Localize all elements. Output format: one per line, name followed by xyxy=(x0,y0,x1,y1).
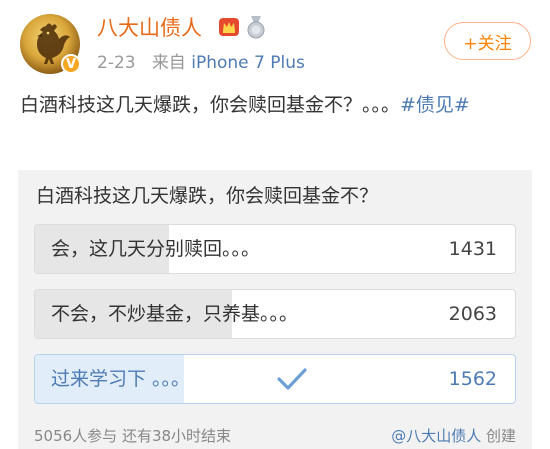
poll-option-label: 不会，不炒基金，只养基。。。 xyxy=(51,303,299,325)
post-device[interactable]: iPhone 7 Plus xyxy=(191,53,305,73)
poll-option-label: 过来学习下 。。。 xyxy=(51,368,191,390)
poll-question: 白酒科技这几天爆跌，你会赎回基金不？ xyxy=(36,185,379,207)
post-date: 2-23 xyxy=(97,53,136,73)
poll-creator: @八大山债人 创建 xyxy=(391,425,516,447)
poll-option[interactable]: 不会，不炒基金，只养基。。。 2063 xyxy=(34,289,516,339)
poll-option-count: 1562 xyxy=(448,368,497,390)
verified-badge: V xyxy=(61,54,81,74)
crown-icon xyxy=(219,18,239,36)
hashtag-link[interactable]: #债见# xyxy=(400,94,470,116)
post-meta: 2-23 来自 iPhone 7 Plus xyxy=(97,51,305,75)
username[interactable]: 八大山债人 xyxy=(97,14,202,42)
poll-option[interactable]: 会，这几天分别赎回。。。 1431 xyxy=(34,224,516,274)
post-source-prefix: 来自 xyxy=(151,53,186,73)
checkmark-icon xyxy=(277,368,307,390)
poll-participants: 5056人参与 还有38小时结束 xyxy=(34,427,232,445)
post-body: 白酒科技这几天爆跌，你会赎回基金不？。。。 xyxy=(20,94,401,116)
poll-option-label: 会，这几天分别赎回。。。 xyxy=(51,238,261,260)
poll-option-count: 2063 xyxy=(448,303,497,325)
poll-option-selected[interactable]: 过来学习下 。。。 1562 xyxy=(34,354,516,404)
creator-suffix: 创建 xyxy=(481,427,516,445)
poll-option-count: 1431 xyxy=(448,238,497,260)
post-text: 白酒科技这几天爆跌，你会赎回基金不？。。。#债见# xyxy=(20,91,520,119)
follow-button[interactable]: +关注 xyxy=(444,22,531,60)
medal-icon xyxy=(247,16,265,39)
creator-link[interactable]: @八大山债人 xyxy=(391,427,481,445)
